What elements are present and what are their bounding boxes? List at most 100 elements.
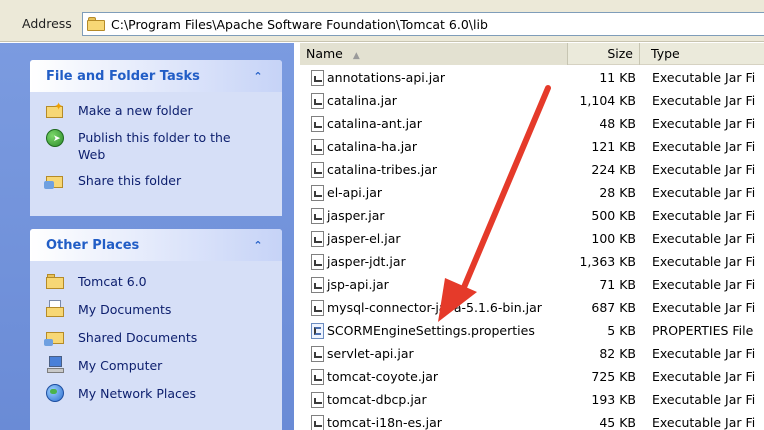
jar-file-icon	[309, 276, 325, 294]
file-name-cell: catalina-tribes.jar	[309, 158, 571, 181]
file-size: 11 KB	[599, 70, 636, 85]
file-type: Executable Jar Fi	[652, 300, 756, 315]
file-size: 1,363 KB	[579, 254, 636, 269]
file-size: 100 KB	[591, 231, 636, 246]
file-folder-tasks-panel: File and Folder Tasks ⌃ ✦ Make a new fol…	[30, 60, 282, 216]
jar-file-icon	[309, 345, 325, 363]
place-label: My Computer	[78, 357, 163, 373]
collapse-chevron-icon[interactable]: ⌃	[248, 66, 268, 86]
jar-file-icon	[309, 207, 325, 225]
column-header-name[interactable]: Name ▲	[300, 43, 568, 65]
file-name: jsp-api.jar	[327, 277, 389, 292]
file-name: tomcat-i18n-es.jar	[327, 415, 442, 430]
file-size: 687 KB	[591, 300, 636, 315]
file-size: 1,104 KB	[579, 93, 636, 108]
file-name-cell: jasper-el.jar	[309, 227, 571, 250]
file-name: catalina-tribes.jar	[327, 162, 438, 177]
task-label: Publish this folder to the Web	[78, 130, 231, 162]
address-bar: Address C:\Program Files\Apache Software…	[0, 0, 764, 42]
file-row[interactable]: SCORMEngineSettings.properties 5 KB PROPER…	[300, 319, 764, 342]
jar-file-icon	[309, 368, 325, 386]
jar-file-icon	[309, 230, 325, 248]
file-folder-tasks-header[interactable]: File and Folder Tasks ⌃	[30, 60, 282, 92]
file-type: Executable Jar Fi	[652, 392, 756, 407]
jar-file-icon	[309, 414, 325, 430]
jar-file-icon	[309, 115, 325, 133]
file-type: Executable Jar Fi	[652, 93, 756, 108]
file-size: 48 KB	[599, 116, 636, 131]
file-name: servlet-api.jar	[327, 346, 414, 361]
file-type: Executable Jar Fi	[652, 116, 756, 131]
file-size: 500 KB	[591, 208, 636, 223]
file-type: Executable Jar Fi	[652, 346, 756, 361]
file-row[interactable]: mysql-connector-java-5.1.6-bin.jar 687 KB…	[300, 296, 764, 319]
file-name: jasper-jdt.jar	[327, 254, 406, 269]
file-name-cell: catalina-ant.jar	[309, 112, 571, 135]
other-places-header[interactable]: Other Places ⌃	[30, 229, 282, 261]
file-type: PROPERTIES File	[652, 323, 754, 338]
file-type: Executable Jar Fi	[652, 208, 756, 223]
address-label: Address	[22, 16, 72, 31]
place-tomcat[interactable]: Tomcat 6.0	[46, 272, 272, 290]
place-label: My Documents	[78, 301, 172, 317]
task-make-new-folder[interactable]: ✦ Make a new folder	[46, 100, 272, 120]
jar-file-icon	[309, 391, 325, 409]
file-type: Executable Jar Fi	[652, 369, 756, 384]
file-row[interactable]: tomcat-coyote.jar 725 KB Executable Jar Fi	[300, 365, 764, 388]
file-size: 725 KB	[591, 369, 636, 384]
place-shared-documents[interactable]: Shared Documents	[44, 328, 272, 346]
place-label: Shared Documents	[78, 329, 198, 345]
file-row[interactable]: el-api.jar 28 KB Executable Jar Fi	[300, 181, 764, 204]
file-row[interactable]: catalina-ha.jar 121 KB Executable Jar Fi	[300, 135, 764, 158]
file-name-cell: tomcat-i18n-es.jar	[309, 411, 571, 430]
folder-icon	[87, 17, 105, 31]
file-name-cell: servlet-api.jar	[309, 342, 571, 365]
file-name-cell: catalina.jar	[309, 89, 571, 112]
file-row[interactable]: tomcat-i18n-es.jar 45 KB Executable Jar Fi	[300, 411, 764, 430]
folder-icon	[46, 272, 64, 290]
task-label: Share this folder	[78, 173, 182, 188]
file-row[interactable]: tomcat-dbcp.jar 193 KB Executable Jar Fi	[300, 388, 764, 411]
other-places-title: Other Places	[46, 237, 140, 253]
place-my-documents[interactable]: My Documents	[46, 300, 272, 318]
file-type: Executable Jar Fi	[652, 139, 756, 154]
column-header-type[interactable]: Type	[641, 43, 764, 65]
file-size: 28 KB	[599, 185, 636, 200]
file-row[interactable]: servlet-api.jar 82 KB Executable Jar Fi	[300, 342, 764, 365]
file-row[interactable]: catalina.jar 1,104 KB Executable Jar Fi	[300, 89, 764, 112]
task-publish-folder[interactable]: ➤ Publish this folder to the Web	[46, 129, 272, 163]
task-pane: File and Folder Tasks ⌃ ✦ Make a new fol…	[0, 43, 294, 430]
file-row[interactable]: annotations-api.jar 11 KB Executable Jar F…	[300, 66, 764, 89]
file-row[interactable]: jasper.jar 500 KB Executable Jar Fi	[300, 204, 764, 227]
new-folder-icon: ✦	[46, 100, 64, 120]
my-computer-icon	[46, 356, 64, 374]
task-label: Make a new folder	[78, 103, 193, 118]
task-share-folder[interactable]: Share this folder	[44, 172, 272, 190]
file-type: Executable Jar Fi	[652, 162, 756, 177]
file-name: catalina.jar	[327, 93, 397, 108]
place-my-computer[interactable]: My Computer	[46, 356, 272, 374]
column-header-size[interactable]: Size	[569, 43, 640, 65]
file-name-cell: jasper.jar	[309, 204, 571, 227]
shared-folder-icon	[44, 328, 64, 346]
jar-file-icon	[309, 69, 325, 87]
file-name: tomcat-coyote.jar	[327, 369, 439, 384]
file-row[interactable]: catalina-ant.jar 48 KB Executable Jar Fi	[300, 112, 764, 135]
file-row[interactable]: jasper-el.jar 100 KB Executable Jar Fi	[300, 227, 764, 250]
file-name-cell: jasper-jdt.jar	[309, 250, 571, 273]
place-my-network-places[interactable]: My Network Places	[46, 384, 272, 402]
file-row[interactable]: jasper-jdt.jar 1,363 KB Executable Jar Fi	[300, 250, 764, 273]
collapse-chevron-icon[interactable]: ⌃	[248, 235, 268, 255]
file-list: Name ▲ Size Type annotations-api.jar 11 KB…	[300, 43, 764, 430]
jar-file-icon	[309, 299, 325, 317]
file-name: annotations-api.jar	[327, 70, 445, 85]
file-row[interactable]: jsp-api.jar 71 KB Executable Jar Fi	[300, 273, 764, 296]
file-row[interactable]: catalina-tribes.jar 224 KB Executable Jar …	[300, 158, 764, 181]
file-name: el-api.jar	[327, 185, 382, 200]
properties-file-icon	[309, 322, 325, 340]
jar-file-icon	[309, 161, 325, 179]
column-header-bar: Name ▲ Size Type	[300, 43, 764, 65]
file-folder-tasks-title: File and Folder Tasks	[46, 68, 200, 84]
address-path: C:\Program Files\Apache Software Foundat…	[111, 16, 488, 32]
address-input[interactable]: C:\Program Files\Apache Software Foundat…	[82, 12, 764, 36]
